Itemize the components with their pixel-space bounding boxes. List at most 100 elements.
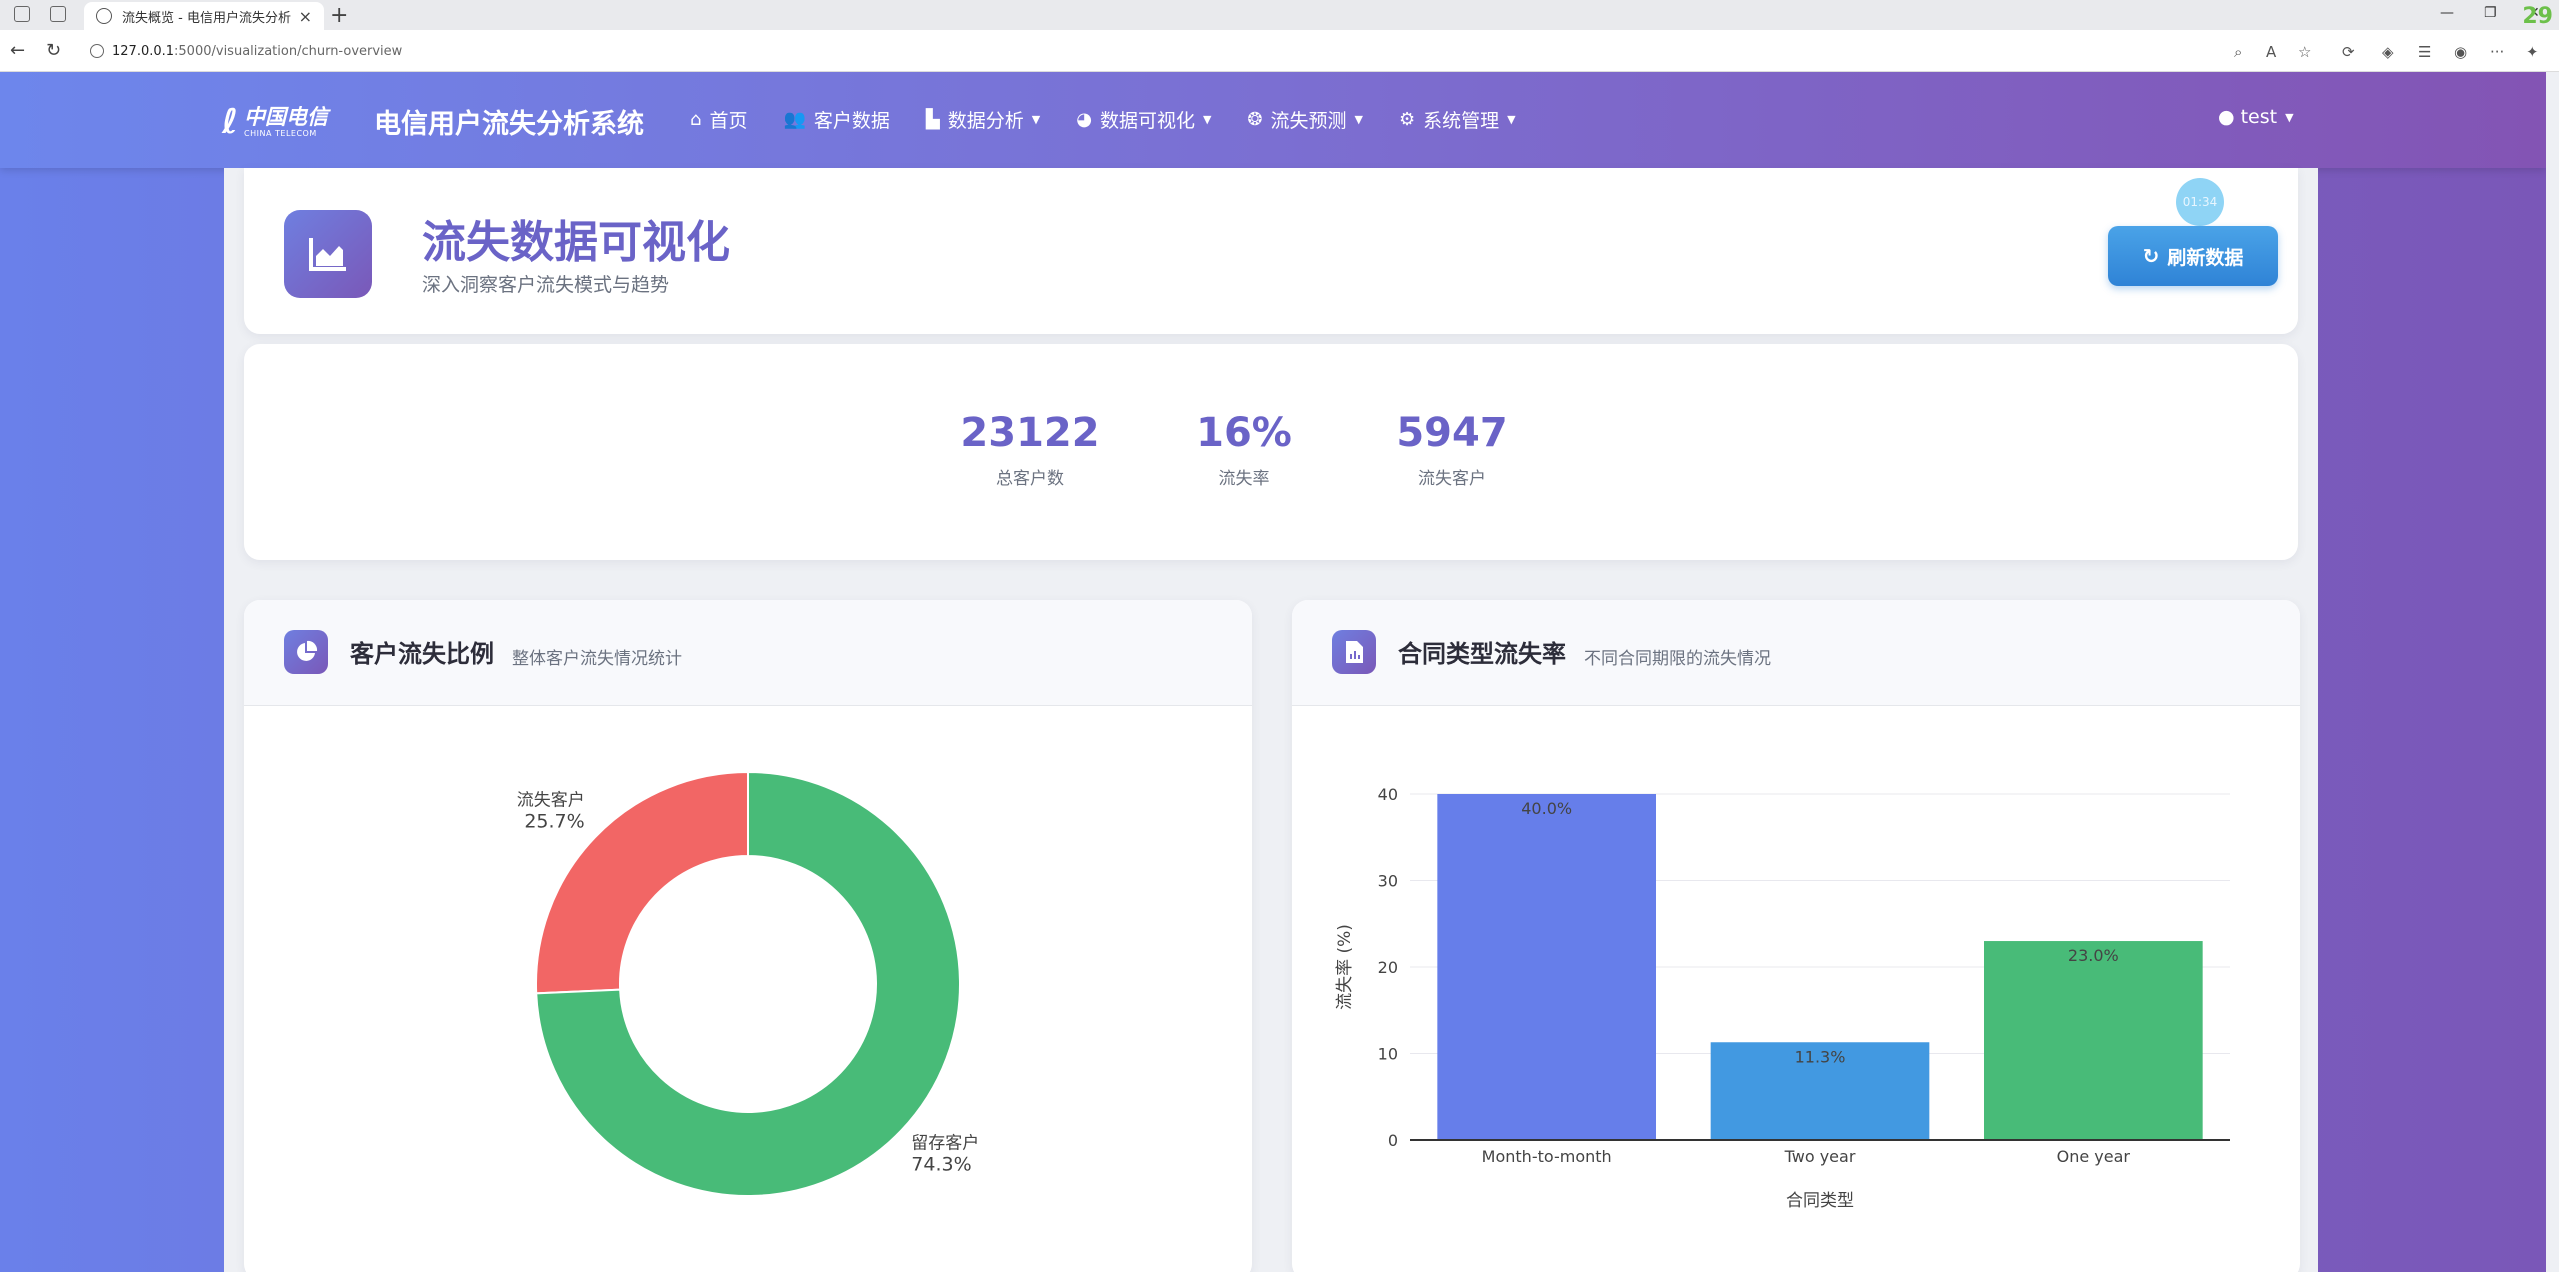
y-tick-label: 0 (1388, 1131, 1398, 1150)
pie-value-label: 25.7% (524, 811, 584, 833)
restore-icon[interactable]: ❐ (2484, 5, 2497, 21)
nav-visualization[interactable]: ◕ 数据可视化 ▼ (1076, 106, 1211, 133)
caret-down-icon: ▼ (1202, 113, 1212, 126)
pie-label: 流失客户 (517, 791, 585, 811)
close-icon[interactable]: × (299, 7, 312, 26)
nav-prediction[interactable]: ❂ 流失预测 ▼ (1247, 106, 1363, 133)
extensions-icon[interactable]: ⟳ (2342, 43, 2355, 61)
pie-label: 留存客户 (911, 1133, 979, 1153)
bar-value-label: 23.0% (2068, 946, 2119, 965)
chart-card-header: 客户流失比例 整体客户流失情况统计 (244, 600, 1252, 706)
tab-title: 流失概览 - 电信用户流失分析系统 (122, 10, 291, 26)
stat-churned-customers: 5947 流失客户 (1362, 410, 1542, 489)
copilot-icon[interactable]: ✦ (2526, 43, 2539, 61)
bar (1984, 941, 2203, 1140)
stat-value: 23122 (960, 410, 1100, 456)
extension-icon[interactable]: ◈ (2382, 43, 2394, 61)
x-tick-label: Month-to-month (1482, 1147, 1612, 1166)
top-navbar: ℓ 中国电信 CHINA TELECOM 电信用户流失分析系统 ⌂ 首页 👥 客户数… (0, 72, 2546, 168)
url-path: :5000/visualization/churn-overview (174, 43, 403, 59)
pie-icon: ◕ (1076, 109, 1092, 130)
brain-icon: ❂ (1247, 109, 1263, 130)
chart-subtitle: 整体客户流失情况统计 (512, 649, 682, 669)
new-tab-icon[interactable]: + (330, 3, 348, 28)
nav-customer-data[interactable]: 👥 客户数据 (783, 106, 889, 133)
browser-tab-bar: 流失概览 - 电信用户流失分析系统 × + — ❐ ✕ (0, 0, 2559, 30)
refresh-icon: ↻ (2142, 244, 2160, 268)
stats-card: 23122 总客户数 16% 流失率 5947 流失客户 (244, 344, 2298, 560)
pie-chart-icon (284, 630, 328, 674)
main-menu: ⌂ 首页 👥 客户数据 ▙ 数据分析 ▼ ◕ 数据可视化 ▼ ❂ 流失预测 ▼ ⚙ 系统管理 ▼ (690, 106, 1552, 133)
stat-churn-rate: 16% 流失率 (1154, 410, 1334, 489)
user-name: test (2240, 106, 2278, 128)
x-axis-title: 合同类型 (1786, 1191, 1854, 1211)
nav-home-label: 首页 (709, 110, 748, 132)
chart-icon: ▙ (925, 109, 940, 130)
churn-ratio-card: 客户流失比例 整体客户流失情况统计 流失客户 25.7% 留存客户 74.3% (244, 600, 1252, 1272)
caret-down-icon: ▼ (1507, 113, 1516, 126)
users-icon: 👥 (783, 109, 806, 130)
contract-churn-card: 合同类型流失率 不同合同期限的流失情况 0 10 20 30 40 40.0% Month-… (1292, 600, 2300, 1272)
timer-bubble[interactable]: 01:34 (2176, 178, 2224, 226)
caret-down-icon: ▼ (2285, 110, 2294, 124)
bar (1437, 794, 1656, 1140)
user-menu[interactable]: ● test ▼ (2218, 106, 2294, 128)
workspaces-icon[interactable] (14, 6, 30, 22)
user-circle-icon: ● (2218, 106, 2235, 128)
caret-down-icon: ▼ (1031, 113, 1041, 126)
nav-system[interactable]: ⚙ 系统管理 ▼ (1399, 106, 1516, 133)
chart-title: 合同类型流失率 (1398, 640, 1566, 668)
y-axis-title: 流失率 (%) (1335, 924, 1355, 1010)
zoom-icon[interactable]: ⌕ (2234, 43, 2242, 61)
nav-data-analysis-label: 数据分析 (947, 110, 1024, 132)
contract-bar-chart: 0 10 20 30 40 40.0% Month-to-month 11.3% Two yea… (1335, 785, 2230, 1211)
stat-total-customers: 23122 总客户数 (940, 410, 1120, 489)
site-info-icon[interactable] (90, 44, 104, 58)
brand-logo[interactable]: ℓ 中国电信 CHINA TELECOM (222, 102, 328, 142)
logo-en-text: CHINA TELECOM (244, 129, 317, 138)
refresh-data-button[interactable]: ↻ 刷新数据 (2108, 226, 2278, 286)
y-tick-label: 30 (1378, 872, 1398, 891)
y-tick-label: 20 (1378, 958, 1398, 977)
read-aloud-icon[interactable]: A (2266, 43, 2276, 61)
brand-title[interactable]: 电信用户流失分析系统 (374, 102, 644, 141)
telecom-logo-icon: ℓ (222, 102, 239, 142)
page-header-card: 流失数据可视化 深入洞察客户流失模式与趋势 01:34 ↻ 刷新数据 (244, 168, 2298, 334)
globe-icon (96, 8, 112, 24)
nav-system-label: 系统管理 (1423, 110, 1500, 132)
profile-icon[interactable]: ◉ (2454, 43, 2467, 61)
main-container: 流失数据可视化 深入洞察客户流失模式与趋势 01:34 ↻ 刷新数据 23122… (224, 168, 2318, 1272)
nav-customer-data-label: 客户数据 (813, 110, 890, 132)
x-tick-label: Two year (1784, 1147, 1856, 1166)
nav-home[interactable]: ⌂ 首页 (690, 106, 747, 133)
back-icon[interactable]: ← (10, 40, 25, 61)
stat-label: 总客户数 (996, 469, 1064, 489)
chart-title: 客户流失比例 (350, 640, 494, 668)
cog-icon: ⚙ (1399, 109, 1416, 130)
area-chart-icon (284, 210, 372, 298)
home-icon: ⌂ (690, 109, 702, 130)
logo-cn-text: 中国电信 (244, 104, 329, 129)
bar-value-label: 11.3% (1795, 1047, 1846, 1066)
chart-subtitle: 不同合同期限的流失情况 (1584, 649, 1771, 669)
y-tick-label: 10 (1378, 1045, 1398, 1064)
page-title: 流失数据可视化 (422, 217, 730, 268)
stat-value: 5947 (1396, 410, 1508, 456)
browser-tab-active[interactable]: 流失概览 - 电信用户流失分析系统 × (84, 2, 324, 30)
more-icon[interactable]: ··· (2490, 43, 2504, 61)
chart-card-header: 合同类型流失率 不同合同期限的流失情况 (1292, 600, 2300, 706)
collections-icon[interactable]: ☰ (2418, 43, 2431, 61)
app-root: ℓ 中国电信 CHINA TELECOM 电信用户流失分析系统 ⌂ 首页 👥 客户数… (0, 72, 2546, 1272)
refresh-data-label: 刷新数据 (2167, 246, 2244, 269)
favorite-icon[interactable]: ☆ (2298, 43, 2311, 61)
nav-data-analysis[interactable]: ▙ 数据分析 ▼ (926, 106, 1040, 133)
url-host: 127.0.0.1 (112, 43, 175, 59)
reload-icon[interactable]: ↻ (46, 40, 61, 61)
stat-label: 流失率 (1218, 469, 1270, 489)
x-tick-label: One year (2057, 1147, 2131, 1166)
tab-actions-icon[interactable] (50, 6, 66, 22)
url-field[interactable]: 127.0.0.1:5000/visualization/churn-overv… (78, 36, 2258, 66)
y-tick-label: 40 (1378, 785, 1398, 804)
minimize-icon[interactable]: — (2440, 5, 2454, 21)
stat-value: 16% (1196, 410, 1292, 456)
